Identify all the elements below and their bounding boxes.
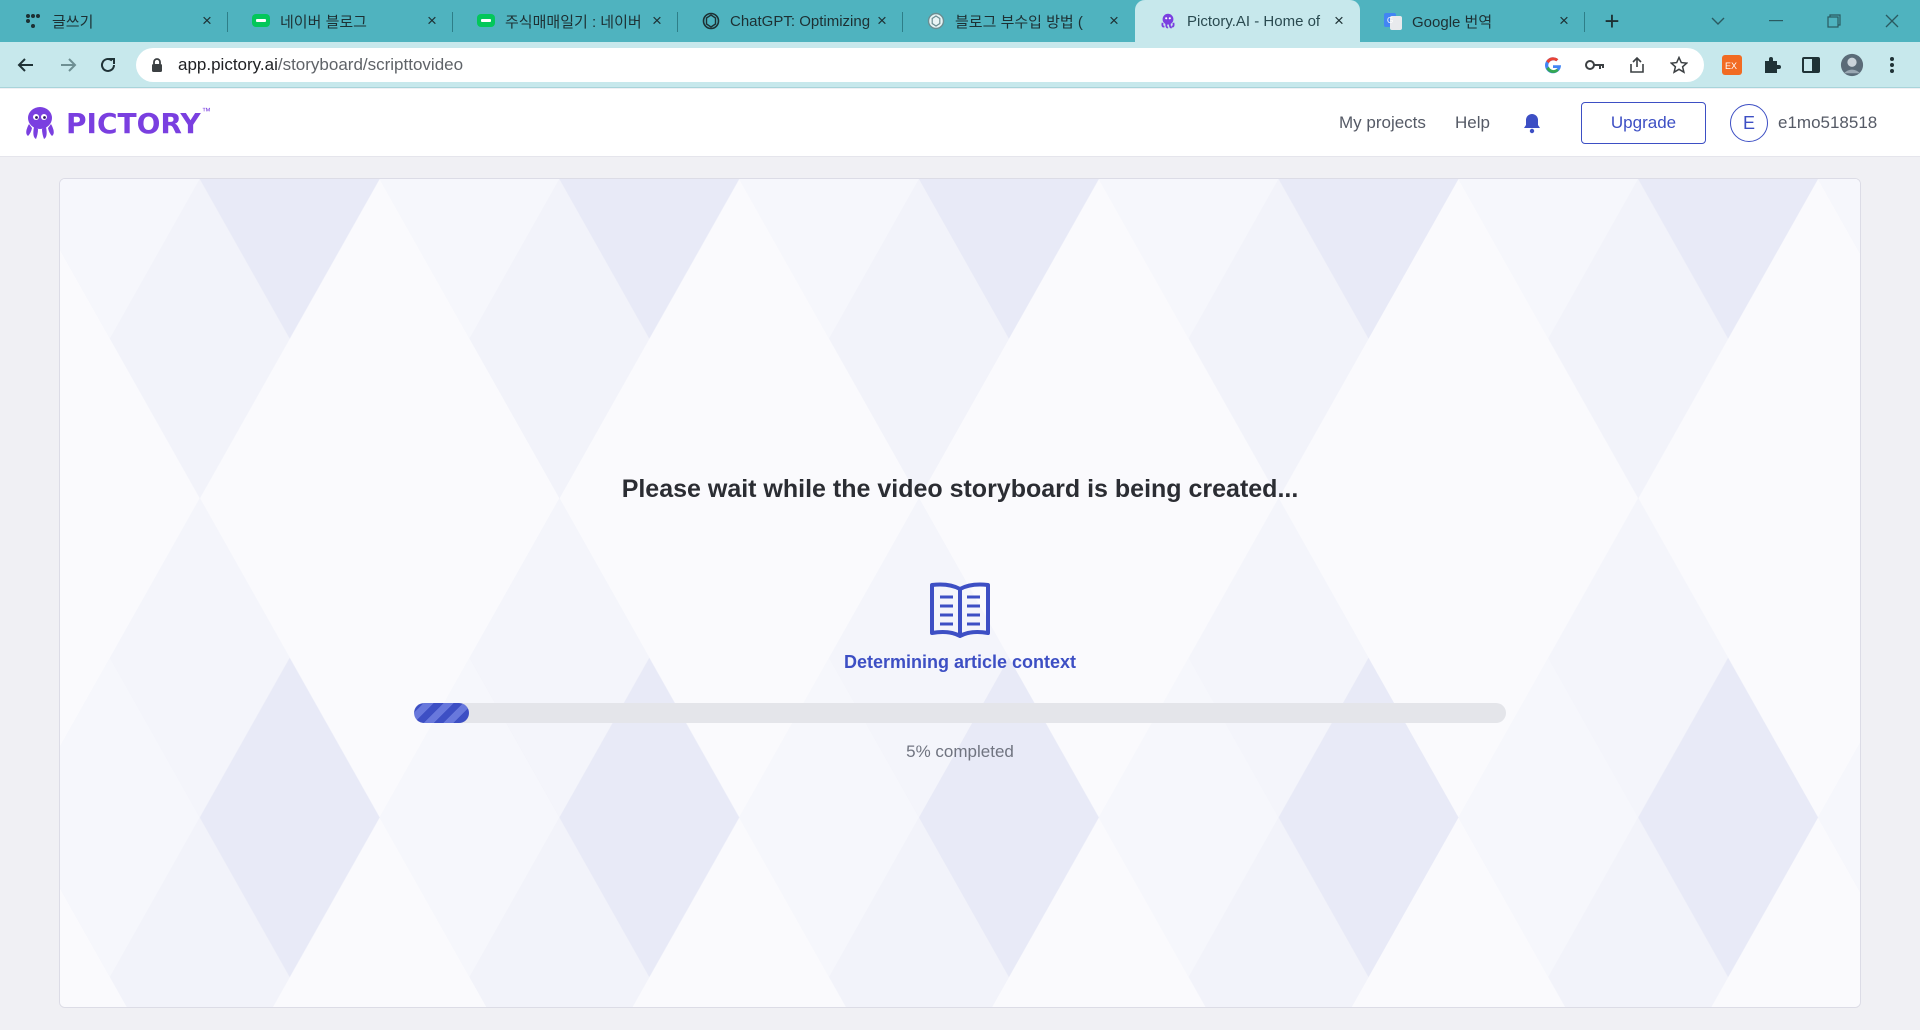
url-text: app.pictory.ai/storyboard/scripttovideo <box>178 55 463 75</box>
close-window-icon[interactable] <box>1864 0 1920 42</box>
help-link[interactable]: Help <box>1455 89 1490 157</box>
tab-search-icon[interactable] <box>1690 0 1746 42</box>
close-tab-icon[interactable]: × <box>198 11 216 30</box>
browser-tab[interactable]: ChatGPT: Optimizing × <box>678 0 903 42</box>
close-tab-icon[interactable]: × <box>423 11 441 30</box>
octopus-logo-icon <box>26 107 54 139</box>
key-icon[interactable] <box>1584 54 1606 76</box>
upgrade-button[interactable]: Upgrade <box>1581 102 1706 144</box>
tab-title: Pictory.AI - Home of <box>1187 12 1321 30</box>
bookmark-star-icon[interactable] <box>1668 54 1690 76</box>
progress-bar <box>414 703 1506 723</box>
new-tab-button[interactable]: + <box>1596 5 1628 37</box>
user-avatar[interactable]: E <box>1730 104 1768 142</box>
back-arrow-icon[interactable] <box>10 49 42 81</box>
tab-title: 주식매매일기 : 네이버 <box>505 13 642 31</box>
google-translate-icon: G <box>1384 12 1402 30</box>
minimize-icon[interactable] <box>1748 0 1804 42</box>
username[interactable]: e1mo518518 <box>1778 89 1877 157</box>
app-header: PICTORY ™ My projects Help Upgrade E e1m… <box>0 89 1920 157</box>
my-projects-link[interactable]: My projects <box>1339 89 1426 157</box>
google-icon[interactable] <box>1542 54 1564 76</box>
profile-avatar-icon[interactable] <box>1840 53 1864 77</box>
pictory-logo[interactable]: PICTORY ™ <box>20 101 211 145</box>
storyboard-progress-card: Please wait while the video storyboard i… <box>59 178 1861 1008</box>
address-bar[interactable]: app.pictory.ai/storyboard/scripttovideo <box>136 48 1704 82</box>
lock-icon[interactable] <box>150 57 164 73</box>
browser-toolbar: app.pictory.ai/storyboard/scripttovideo … <box>0 42 1920 88</box>
browser-tab[interactable]: 글쓰기 × <box>0 0 228 42</box>
close-tab-icon[interactable]: × <box>1555 11 1573 30</box>
more-menu-icon[interactable] <box>1880 53 1904 77</box>
tab-title: 블로그 부수입 방법 ( <box>955 13 1083 31</box>
forward-arrow-icon[interactable] <box>52 49 84 81</box>
browser-tab[interactable]: 블로그 부수입 방법 ( × <box>903 0 1135 42</box>
logo-wordmark: PICTORY <box>66 106 201 140</box>
current-step-label: Determining article context <box>843 652 1077 672</box>
browser-tab[interactable]: 네이버 블로그 × <box>228 0 453 42</box>
browser-tab[interactable]: G Google 번역 × <box>1360 0 1585 42</box>
tab-separator <box>1584 12 1585 32</box>
reload-icon[interactable] <box>92 49 124 81</box>
openai-icon <box>702 12 720 30</box>
url-host: app.pictory.ai <box>178 55 278 74</box>
browser-tab[interactable]: 주식매매일기 : 네이버 × <box>453 0 678 42</box>
close-tab-icon[interactable]: × <box>1105 11 1123 30</box>
browser-tabstrip: 글쓰기 × 네이버 블로그 × 주식매매일기 : 네이버 × ChatGPT: … <box>0 0 1920 42</box>
open-book-icon <box>930 582 990 638</box>
extension-badge-icon[interactable]: EX <box>1720 53 1744 77</box>
close-tab-icon[interactable]: × <box>873 11 891 30</box>
progress-content: Please wait while the video storyboard i… <box>60 179 1860 1007</box>
naver-blog-icon <box>252 12 270 30</box>
progress-percentage-text: 5% completed <box>906 742 1014 761</box>
naver-blog-icon <box>477 12 495 30</box>
side-panel-icon[interactable] <box>1799 53 1823 77</box>
main-area: Please wait while the video storyboard i… <box>0 157 1920 1030</box>
extension-badge-label: EX <box>1725 61 1737 71</box>
tab-title: 글쓰기 <box>52 13 94 31</box>
extensions-puzzle-icon[interactable] <box>1760 53 1784 77</box>
restore-icon[interactable] <box>1806 0 1862 42</box>
svg-text:G: G <box>1387 16 1393 25</box>
close-tab-icon[interactable]: × <box>1330 11 1348 30</box>
tab-title: Google 번역 <box>1412 13 1493 31</box>
progress-headline: Please wait while the video storyboard i… <box>621 475 1299 503</box>
logo-trademark: ™ <box>201 106 211 116</box>
notification-bell-icon[interactable] <box>1520 111 1544 135</box>
pictory-icon <box>1159 12 1177 30</box>
tab-title: ChatGPT: Optimizing <box>730 12 871 30</box>
close-tab-icon[interactable]: × <box>648 11 666 30</box>
progress-bar-fill <box>414 703 469 723</box>
share-icon[interactable] <box>1626 54 1648 76</box>
dots-grid-icon <box>24 12 42 30</box>
url-path: /storyboard/scripttovideo <box>277 55 464 74</box>
tab-title: 네이버 블로그 <box>280 13 367 31</box>
browser-tab-active[interactable]: Pictory.AI - Home of × <box>1135 0 1360 42</box>
openai-icon <box>927 12 945 30</box>
